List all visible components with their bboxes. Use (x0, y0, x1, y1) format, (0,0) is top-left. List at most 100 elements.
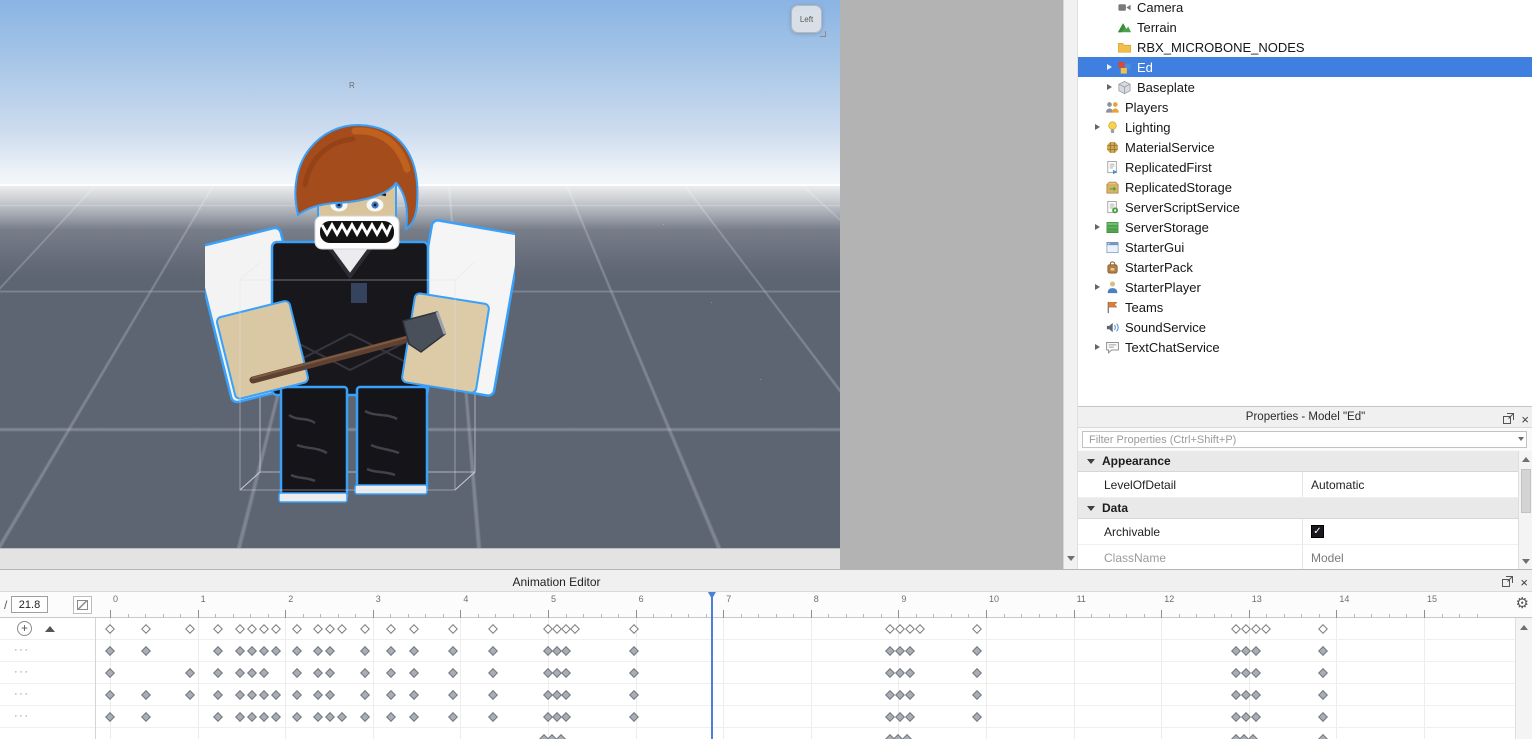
keyframe[interactable] (1250, 712, 1261, 722)
keyframe[interactable] (212, 624, 223, 634)
keyframe[interactable] (271, 712, 282, 722)
keyframe[interactable] (1261, 624, 1272, 634)
timeline-playhead[interactable] (707, 592, 716, 739)
keyframe[interactable] (895, 712, 906, 722)
dock-splitter[interactable] (0, 548, 840, 569)
keyframe[interactable] (972, 646, 983, 656)
add-keyframe-button[interactable]: + (17, 621, 32, 636)
keyframe[interactable] (561, 690, 572, 700)
keyframe[interactable] (359, 712, 370, 722)
timeline-toggle-button[interactable] (73, 596, 92, 614)
section-header-data[interactable]: Data (1078, 498, 1518, 519)
keyframe[interactable] (324, 668, 335, 678)
explorer-item-camera[interactable]: Camera (1078, 0, 1532, 17)
expand-arrow-icon[interactable] (1092, 341, 1105, 354)
keyframe[interactable] (556, 734, 567, 739)
explorer-item-startergui[interactable]: StarterGui (1078, 237, 1532, 257)
keyframe[interactable] (487, 646, 498, 656)
keyframe[interactable] (324, 712, 335, 722)
keyframe[interactable] (359, 646, 370, 656)
expand-arrow-icon[interactable] (1092, 221, 1105, 234)
keyframe[interactable] (234, 646, 245, 656)
scroll-up-icon[interactable] (1520, 625, 1528, 630)
keyframe[interactable] (884, 646, 895, 656)
keyframe[interactable] (487, 712, 498, 722)
keyframe[interactable] (1250, 624, 1261, 634)
keyframe[interactable] (246, 646, 257, 656)
keyframe[interactable] (359, 668, 370, 678)
character-model[interactable] (205, 115, 515, 525)
keyframe[interactable] (1230, 668, 1241, 678)
keyframe[interactable] (902, 734, 913, 739)
keyframe[interactable] (409, 712, 419, 722)
vertical-scrollbar[interactable] (1063, 0, 1077, 569)
keyframe[interactable] (884, 624, 895, 634)
keyframe[interactable] (184, 690, 195, 700)
keyframe[interactable] (234, 668, 245, 678)
keyframe[interactable] (324, 690, 335, 700)
keyframe[interactable] (212, 690, 223, 700)
keyframe[interactable] (259, 668, 270, 678)
keyframe[interactable] (915, 624, 926, 634)
track-options-button[interactable]: ··· (14, 710, 30, 722)
keyframe[interactable] (246, 690, 257, 700)
keyframe[interactable] (628, 690, 639, 700)
keyframe[interactable] (291, 646, 302, 656)
keyframe[interactable] (628, 624, 639, 634)
keyframe[interactable] (409, 624, 419, 634)
keyframe[interactable] (246, 712, 257, 722)
explorer-item-soundservice[interactable]: SoundService (1078, 317, 1532, 337)
explorer-item-ed[interactable]: Ed (1078, 57, 1532, 77)
keyframe[interactable] (1230, 624, 1241, 634)
keyframe[interactable] (895, 646, 906, 656)
keyframe[interactable] (312, 646, 323, 656)
properties-scrollbar[interactable] (1518, 451, 1532, 569)
keyframe[interactable] (140, 646, 151, 656)
keyframe[interactable] (904, 712, 915, 722)
close-icon[interactable]: × (1521, 413, 1529, 426)
keyframe[interactable] (1250, 646, 1261, 656)
keyframe[interactable] (184, 668, 195, 678)
keyframe[interactable] (1241, 712, 1252, 722)
explorer-item-serverstorage[interactable]: ServerStorage (1078, 217, 1532, 237)
scrollbar-thumb[interactable] (1521, 469, 1531, 513)
explorer-item-replicatedfirst[interactable]: ReplicatedFirst (1078, 157, 1532, 177)
keyframe[interactable] (234, 690, 245, 700)
keyframe[interactable] (487, 668, 498, 678)
keyframe[interactable] (105, 668, 115, 678)
keyframe[interactable] (895, 690, 906, 700)
keyframe[interactable] (105, 712, 115, 722)
keyframe[interactable] (271, 690, 282, 700)
keyframe[interactable] (105, 624, 115, 634)
keyframe[interactable] (904, 624, 915, 634)
filter-properties-input[interactable] (1082, 431, 1527, 448)
keyframe[interactable] (386, 646, 397, 656)
explorer-item-materialservice[interactable]: MaterialService (1078, 137, 1532, 157)
keyframe[interactable] (140, 624, 151, 634)
explorer-item-terrain[interactable]: Terrain (1078, 17, 1532, 37)
scroll-up-icon[interactable] (1522, 457, 1530, 462)
keyframe[interactable] (884, 690, 895, 700)
keyframe[interactable] (448, 712, 459, 722)
keyframe[interactable] (234, 712, 245, 722)
keyframe[interactable] (291, 690, 302, 700)
expand-arrow-icon[interactable] (1104, 61, 1117, 74)
keyframe[interactable] (972, 624, 983, 634)
explorer-item-serverscriptservice[interactable]: ServerScriptService (1078, 197, 1532, 217)
track-options-button[interactable]: ··· (14, 644, 30, 656)
keyframe[interactable] (1241, 668, 1252, 678)
keyframe[interactable] (972, 690, 983, 700)
keyframe[interactable] (1248, 734, 1259, 739)
keyframe[interactable] (271, 646, 282, 656)
keyframe[interactable] (1230, 646, 1241, 656)
keyframe[interactable] (312, 712, 323, 722)
keyframe[interactable] (628, 668, 639, 678)
keyframe[interactable] (409, 690, 419, 700)
keyframe[interactable] (291, 712, 302, 722)
view-orientation-chip[interactable]: Left (791, 5, 822, 33)
property-value[interactable]: Model (1303, 551, 1518, 565)
keyframe[interactable] (1318, 712, 1329, 722)
keyframe[interactable] (895, 624, 906, 634)
scroll-down-icon[interactable] (1522, 559, 1530, 564)
keyframe[interactable] (1230, 712, 1241, 722)
